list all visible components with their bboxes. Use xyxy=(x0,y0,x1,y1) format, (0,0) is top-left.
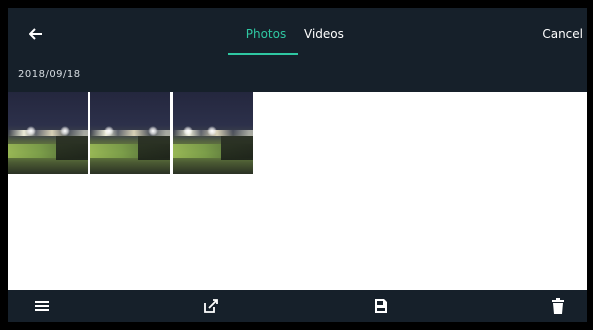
thumbnail-light-glow xyxy=(183,126,193,136)
tab-photos[interactable]: Photos xyxy=(236,22,296,46)
app-screen: Photos Videos Cancel 2018/09/18 xyxy=(8,8,587,322)
thumbnail-trees xyxy=(56,136,88,160)
thumbnail-light-glow xyxy=(26,126,36,136)
top-bar: Photos Videos Cancel 2018/09/18 xyxy=(8,8,587,92)
bottom-toolbar xyxy=(8,290,587,322)
list-button[interactable] xyxy=(30,294,54,318)
delete-button[interactable] xyxy=(546,294,570,318)
thumbnail-trees xyxy=(221,136,253,160)
thumbnail-light-glow xyxy=(104,126,114,136)
date-group-label: 2018/09/18 xyxy=(18,69,81,80)
share-button[interactable] xyxy=(199,294,223,318)
thumbnail-light-glow xyxy=(207,126,217,136)
thumbnail-light-glow xyxy=(60,126,70,136)
back-button[interactable] xyxy=(24,22,48,46)
share-icon xyxy=(204,299,218,313)
cancel-button[interactable]: Cancel xyxy=(542,22,583,46)
photo-thumbnail[interactable] xyxy=(8,92,88,174)
trash-icon xyxy=(552,298,564,314)
photo-thumbnail[interactable] xyxy=(90,92,170,174)
back-arrow-icon xyxy=(29,28,42,40)
list-icon xyxy=(35,301,49,311)
tab-videos[interactable]: Videos xyxy=(304,22,364,46)
save-icon xyxy=(375,299,387,313)
tab-selected-indicator xyxy=(228,53,298,55)
device-frame: Photos Videos Cancel 2018/09/18 xyxy=(0,0,593,330)
thumbnail-light-glow xyxy=(148,126,158,136)
save-button[interactable] xyxy=(369,294,393,318)
thumbnail-trees xyxy=(138,136,170,160)
photo-thumbnail[interactable] xyxy=(173,92,253,174)
photo-grid xyxy=(8,92,587,174)
